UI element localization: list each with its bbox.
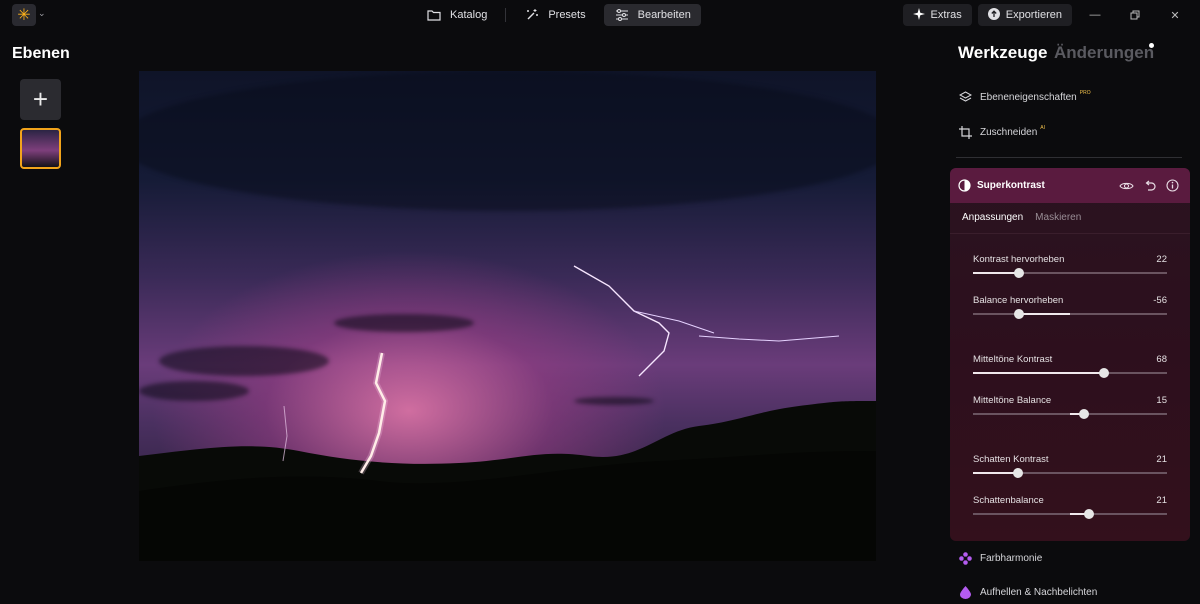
changes-indicator bbox=[1149, 43, 1154, 48]
eye-icon[interactable] bbox=[1119, 178, 1134, 193]
slider-track[interactable] bbox=[973, 268, 1167, 278]
layer-thumbnail[interactable] bbox=[20, 128, 61, 169]
card-actions bbox=[1119, 178, 1180, 193]
tools-panel: Werkzeuge Änderungen Ebeneneigenschaften… bbox=[950, 30, 1200, 604]
sparkle-icon bbox=[912, 7, 925, 23]
photo-canvas[interactable] bbox=[139, 71, 876, 561]
main-nav: Katalog Presets Bearbeiten bbox=[416, 4, 701, 26]
subtab-maskieren[interactable]: Maskieren bbox=[1035, 212, 1081, 223]
slider-value[interactable]: 21 bbox=[1156, 454, 1167, 465]
add-layer-button[interactable]: + bbox=[20, 79, 61, 120]
pro-badge: PRO bbox=[1079, 90, 1091, 96]
slider-fill bbox=[973, 472, 1018, 474]
slider-label: Kontrast hervorheben bbox=[973, 254, 1065, 265]
slider-knob[interactable] bbox=[1078, 409, 1089, 419]
superkontrast-card: Superkontrast Anpassungen Maskieren Kont… bbox=[950, 168, 1190, 541]
nav-bearbeiten-label: Bearbeiten bbox=[637, 9, 691, 21]
slider-value[interactable]: -56 bbox=[1153, 295, 1167, 306]
nav-katalog-label: Katalog bbox=[450, 9, 488, 21]
slider-label: Mitteltöne Balance bbox=[973, 395, 1052, 406]
drop-icon bbox=[958, 585, 972, 599]
card-title: Superkontrast bbox=[977, 180, 1045, 191]
tool-ebeneneigenschaften[interactable]: Ebeneneigenschaften PRO bbox=[958, 89, 1091, 105]
restore-icon bbox=[1130, 10, 1140, 20]
slider-label: Schattenbalance bbox=[973, 495, 1044, 506]
slider-label: Schatten Kontrast bbox=[973, 454, 1049, 465]
crop-icon bbox=[958, 125, 972, 139]
slider-value[interactable]: 15 bbox=[1156, 395, 1167, 406]
magic-wand-icon bbox=[524, 8, 540, 22]
slider-track[interactable] bbox=[973, 368, 1167, 378]
layers-panel: Ebenen + bbox=[0, 30, 80, 604]
slider-value[interactable]: 68 bbox=[1156, 354, 1167, 365]
layers-icon bbox=[958, 90, 972, 104]
export-button[interactable]: Exportieren bbox=[977, 4, 1072, 26]
ai-badge: AI bbox=[1040, 125, 1045, 131]
slider-fill bbox=[973, 372, 1104, 374]
window-actions: Extras Exportieren — ✕ bbox=[902, 4, 1192, 26]
extras-button[interactable]: Extras bbox=[902, 4, 972, 26]
tool-label: Farbharmonie bbox=[980, 552, 1043, 564]
plus-icon: + bbox=[32, 84, 49, 114]
nav-bearbeiten[interactable]: Bearbeiten bbox=[603, 4, 701, 26]
close-button[interactable]: ✕ bbox=[1158, 4, 1192, 26]
card-subtabs: Anpassungen Maskieren bbox=[962, 212, 1081, 223]
nav-presets[interactable]: Presets bbox=[514, 4, 595, 26]
slider-label: Mitteltöne Kontrast bbox=[973, 354, 1053, 365]
info-icon[interactable] bbox=[1165, 178, 1180, 193]
contrast-icon bbox=[958, 179, 971, 192]
tool-aufhellen-nachbelichten[interactable]: Aufhellen & Nachbelichten bbox=[958, 585, 1097, 599]
slider-label: Balance hervorheben bbox=[973, 295, 1064, 306]
tool-label: Aufhellen & Nachbelichten bbox=[980, 586, 1098, 598]
folder-icon bbox=[426, 8, 442, 22]
top-bar: ✳ ⌄ Katalog Presets Bearbeiten Extras Ex… bbox=[0, 0, 1200, 30]
minimize-button[interactable]: — bbox=[1078, 4, 1112, 26]
slider-knob[interactable] bbox=[1013, 309, 1024, 319]
tool-zuschneiden[interactable]: Zuschneiden AI bbox=[958, 124, 1045, 140]
tool-label: Ebeneneigenschaften bbox=[980, 91, 1077, 103]
landscape-graphic bbox=[139, 265, 876, 561]
extras-label: Extras bbox=[930, 9, 962, 21]
slider-knob[interactable] bbox=[1098, 368, 1109, 378]
nav-katalog[interactable]: Katalog bbox=[416, 4, 497, 26]
tab-aenderungen[interactable]: Änderungen bbox=[1054, 43, 1154, 63]
app-logo[interactable]: ✳ bbox=[12, 4, 36, 26]
slider-value[interactable]: 22 bbox=[1156, 254, 1167, 265]
layers-title: Ebenen bbox=[12, 45, 70, 62]
slider-track[interactable] bbox=[973, 409, 1167, 419]
slider-fill bbox=[973, 272, 1019, 274]
slider-track[interactable] bbox=[973, 309, 1167, 319]
slider-fill bbox=[1018, 313, 1070, 315]
slider-knob[interactable] bbox=[1084, 509, 1095, 519]
tool-label: Zuschneiden bbox=[980, 126, 1038, 138]
slider-track[interactable] bbox=[973, 509, 1167, 519]
maximize-button[interactable] bbox=[1118, 4, 1152, 26]
slider-track[interactable] bbox=[973, 468, 1167, 478]
card-header[interactable]: Superkontrast bbox=[950, 168, 1190, 203]
slider-knob[interactable] bbox=[1012, 468, 1023, 478]
subtab-divider bbox=[950, 233, 1190, 234]
slider-knob[interactable] bbox=[1013, 268, 1024, 278]
subtab-anpassungen[interactable]: Anpassungen bbox=[962, 212, 1023, 223]
upload-icon bbox=[987, 7, 1000, 23]
nav-presets-label: Presets bbox=[548, 9, 586, 21]
tab-werkzeuge[interactable]: Werkzeuge bbox=[958, 43, 1047, 63]
export-label: Exportieren bbox=[1005, 9, 1062, 21]
tool-farbharmonie[interactable]: Farbharmonie bbox=[958, 551, 1042, 565]
undo-icon[interactable] bbox=[1142, 178, 1157, 193]
flower-icon bbox=[958, 551, 972, 565]
slider-value[interactable]: 21 bbox=[1156, 495, 1167, 506]
chevron-down-icon[interactable]: ⌄ bbox=[38, 8, 46, 19]
divider bbox=[956, 157, 1182, 158]
nav-separator bbox=[505, 8, 507, 22]
sliders-icon bbox=[614, 8, 630, 22]
